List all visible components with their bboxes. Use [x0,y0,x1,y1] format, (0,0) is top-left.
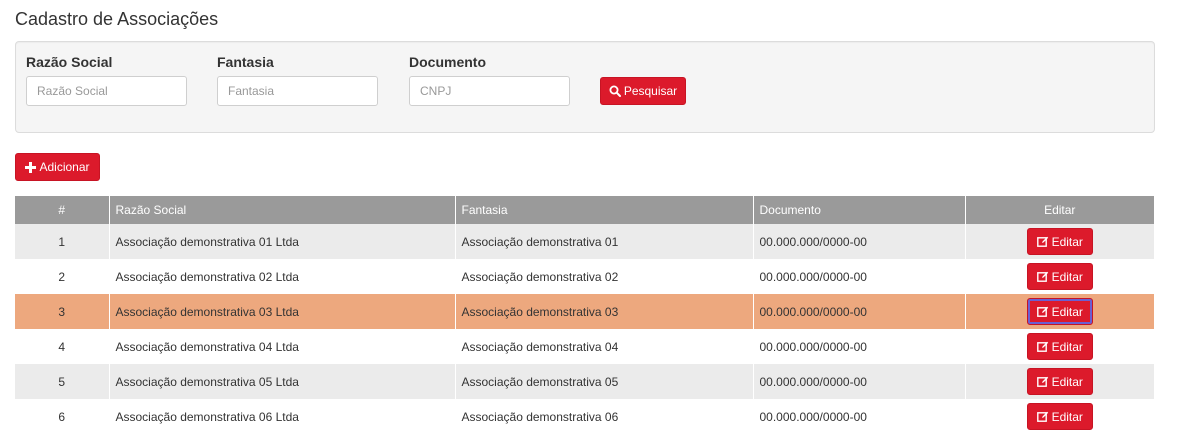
edit-icon [1036,271,1049,283]
cell-num: 5 [15,364,109,399]
search-icon [609,85,621,97]
cell-num: 1 [15,224,109,259]
table-row: 6 Associação demonstrativa 06 Ltda Assoc… [15,399,1154,434]
edit-icon [1036,236,1049,248]
edit-button[interactable]: Editar [1026,263,1093,290]
cell-razao-social: Associação demonstrativa 05 Ltda [108,364,455,399]
cell-documento: 00.000.000/0000-00 [752,259,965,294]
fantasia-label: Fantasia [217,54,274,70]
cell-editar: Editar [964,294,1154,329]
cell-num: 3 [15,294,109,329]
cell-razao-social: Associação demonstrativa 03 Ltda [108,294,455,329]
page-title: Cadastro de Associações [15,9,219,29]
edit-icon [1036,306,1049,318]
table-header-row: # Razão Social Fantasia Documento Editar [15,196,1154,224]
documento-input[interactable] [409,76,570,106]
table-row: 2 Associação demonstrativa 02 Ltda Assoc… [15,259,1154,294]
header-fantasia: Fantasia [454,196,753,224]
plus-icon [25,161,37,173]
edit-button[interactable]: Editar [1026,403,1093,430]
fantasia-field: Fantasia [217,54,378,106]
razao-social-label: Razão Social [26,54,113,70]
cell-documento: 00.000.000/0000-00 [752,329,965,364]
cell-fantasia: Associação demonstrativa 03 [454,294,753,329]
edit-button-label: Editar [1051,374,1083,389]
cell-fantasia: Associação demonstrativa 04 [454,329,753,364]
edit-button-label: Editar [1051,409,1083,424]
cell-num: 4 [15,329,109,364]
cell-fantasia: Associação demonstrativa 06 [454,399,753,434]
cell-editar: Editar [964,364,1154,399]
cell-num: 6 [15,399,109,434]
cell-razao-social: Associação demonstrativa 04 Ltda [108,329,455,364]
edit-button[interactable]: Editar [1026,228,1093,255]
table-row: 5 Associação demonstrativa 05 Ltda Assoc… [15,364,1154,399]
edit-button-label: Editar [1051,234,1083,249]
header-documento: Documento [752,196,965,224]
table-row: 1 Associação demonstrativa 01 Ltda Assoc… [15,224,1154,259]
table-row: 4 Associação demonstrativa 04 Ltda Assoc… [15,329,1154,364]
cell-documento: 00.000.000/0000-00 [752,399,965,434]
cell-documento: 00.000.000/0000-00 [752,364,965,399]
cell-num: 2 [15,259,109,294]
search-button-label: Pesquisar [623,84,678,98]
cell-razao-social: Associação demonstrativa 06 Ltda [108,399,455,434]
cell-fantasia: Associação demonstrativa 05 [454,364,753,399]
edit-button[interactable]: Editar [1026,333,1093,360]
cell-editar: Editar [964,224,1154,259]
cell-editar: Editar [964,329,1154,364]
add-button[interactable]: Adicionar [15,153,100,181]
table-row: 3 Associação demonstrativa 03 Ltda Assoc… [15,294,1154,329]
edit-button-label: Editar [1051,339,1083,354]
header-razao-social: Razão Social [108,196,455,224]
documento-field: Documento [409,54,570,106]
cell-editar: Editar [964,399,1154,434]
cell-fantasia: Associação demonstrativa 02 [454,259,753,294]
cell-documento: 00.000.000/0000-00 [752,224,965,259]
edit-icon [1036,411,1049,423]
cell-fantasia: Associação demonstrativa 01 [454,224,753,259]
associations-table: # Razão Social Fantasia Documento Editar… [15,196,1154,434]
cell-razao-social: Associação demonstrativa 01 Ltda [108,224,455,259]
edit-button[interactable]: Editar [1026,368,1093,395]
razao-social-field: Razão Social [26,54,187,106]
cell-editar: Editar [964,259,1154,294]
cell-razao-social: Associação demonstrativa 02 Ltda [108,259,455,294]
header-editar: Editar [964,196,1154,224]
razao-social-input[interactable] [26,76,187,106]
edit-icon [1036,341,1049,353]
fantasia-input[interactable] [217,76,378,106]
edit-icon [1036,376,1049,388]
header-num: # [15,196,109,224]
edit-button-label: Editar [1051,269,1083,284]
add-button-label: Adicionar [39,160,90,174]
edit-button[interactable]: Editar [1026,298,1093,325]
cell-documento: 00.000.000/0000-00 [752,294,965,329]
filter-panel: Razão Social Fantasia Documento Pesquisa… [15,41,1155,133]
documento-label: Documento [409,54,486,70]
search-button[interactable]: Pesquisar [600,77,686,105]
edit-button-label: Editar [1051,304,1083,319]
